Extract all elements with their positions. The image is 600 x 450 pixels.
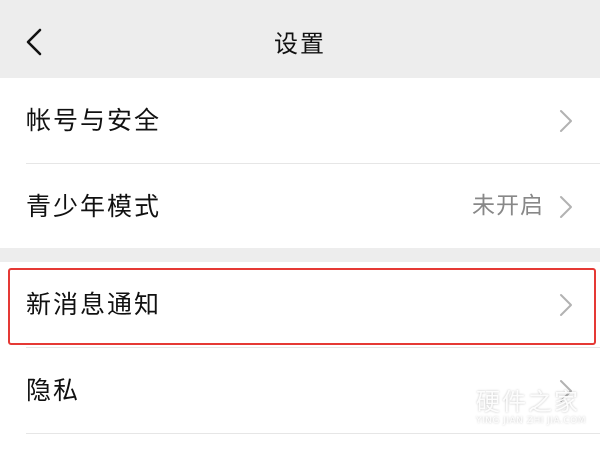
row-divider xyxy=(26,433,600,434)
chevron-right-icon xyxy=(560,110,572,132)
nav-bar: 设置 xyxy=(0,0,600,78)
settings-row-teen-mode[interactable]: 青少年模式 未开启 xyxy=(0,164,600,249)
row-label: 新消息通知 xyxy=(26,290,162,319)
chevron-right-icon xyxy=(560,196,572,218)
settings-row-account-security[interactable]: 帐号与安全 xyxy=(0,78,600,163)
chevron-right-icon xyxy=(560,380,572,402)
chevron-right-icon xyxy=(560,294,572,316)
settings-row-privacy[interactable]: 隐私 xyxy=(0,348,600,433)
settings-row-new-message-notification[interactable]: 新消息通知 xyxy=(0,262,600,347)
row-label: 帐号与安全 xyxy=(26,106,162,135)
row-label: 隐私 xyxy=(26,376,81,405)
page-title: 设置 xyxy=(274,30,326,58)
settings-group-account: 帐号与安全 青少年模式 未开启 xyxy=(0,78,600,248)
settings-screen: 设置 帐号与安全 青少年模式 未开启 新消息通知 隐私 硬件之家 YING JI… xyxy=(0,0,600,450)
row-value: 未开启 xyxy=(472,193,544,219)
settings-group-notifications: 新消息通知 隐私 xyxy=(0,262,600,450)
row-label: 青少年模式 xyxy=(26,192,162,221)
